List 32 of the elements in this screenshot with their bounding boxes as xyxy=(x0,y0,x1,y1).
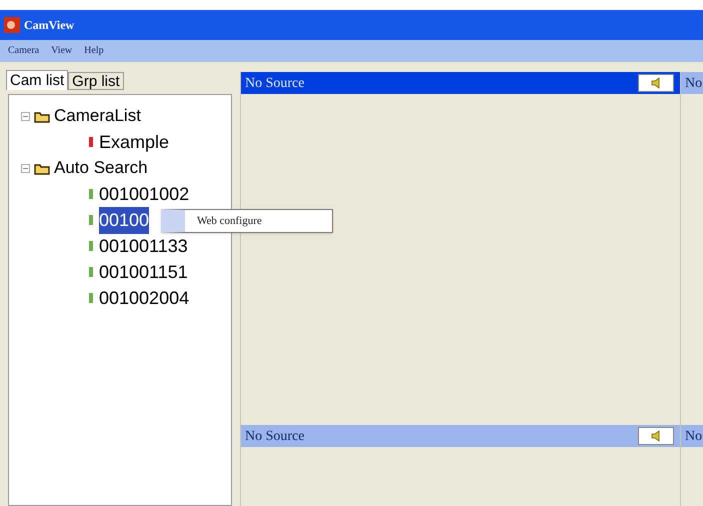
tree-group-label[interactable]: Auto Search xyxy=(54,155,148,181)
expander-icon[interactable] xyxy=(21,164,30,172)
tab[interactable]: Grp list xyxy=(68,72,124,90)
pane-header[interactable]: No Source xyxy=(241,425,680,447)
pane-title: No xyxy=(685,428,702,446)
tree-item[interactable]: 00100 xyxy=(99,206,150,234)
tab[interactable]: Cam list xyxy=(6,70,68,90)
tree-item[interactable]: 001001133 xyxy=(99,232,188,260)
expander-icon[interactable] xyxy=(21,112,30,120)
folder-icon xyxy=(34,162,50,174)
pane-header[interactable]: No Source xyxy=(241,72,680,94)
menu-item[interactable]: Help xyxy=(84,46,104,56)
tree-item[interactable]: 001001151 xyxy=(99,258,188,286)
pane-title: No Source xyxy=(245,428,306,446)
audio-button[interactable] xyxy=(638,427,674,445)
folder-icon xyxy=(34,110,50,122)
speaker-icon xyxy=(651,430,661,442)
pane-title: No xyxy=(685,74,702,92)
pane-header[interactable]: No xyxy=(681,425,703,447)
tree-group-label[interactable]: CameraList xyxy=(54,103,141,129)
tree-item[interactable]: Example xyxy=(99,128,170,156)
app-icon xyxy=(4,17,20,33)
pane-header[interactable]: No xyxy=(681,72,703,94)
tree-item[interactable]: 001002004 xyxy=(99,284,190,312)
audio-button[interactable] xyxy=(638,74,674,92)
menu-item[interactable]: Camera xyxy=(8,46,40,56)
menu-item[interactable]: View xyxy=(51,46,72,56)
menu-option[interactable]: Web configure xyxy=(197,212,262,230)
tree-item[interactable]: 001001002 xyxy=(99,180,190,208)
speaker-icon xyxy=(651,77,661,89)
pane-title: No Source xyxy=(245,74,306,92)
window-title: CamView xyxy=(24,17,74,34)
